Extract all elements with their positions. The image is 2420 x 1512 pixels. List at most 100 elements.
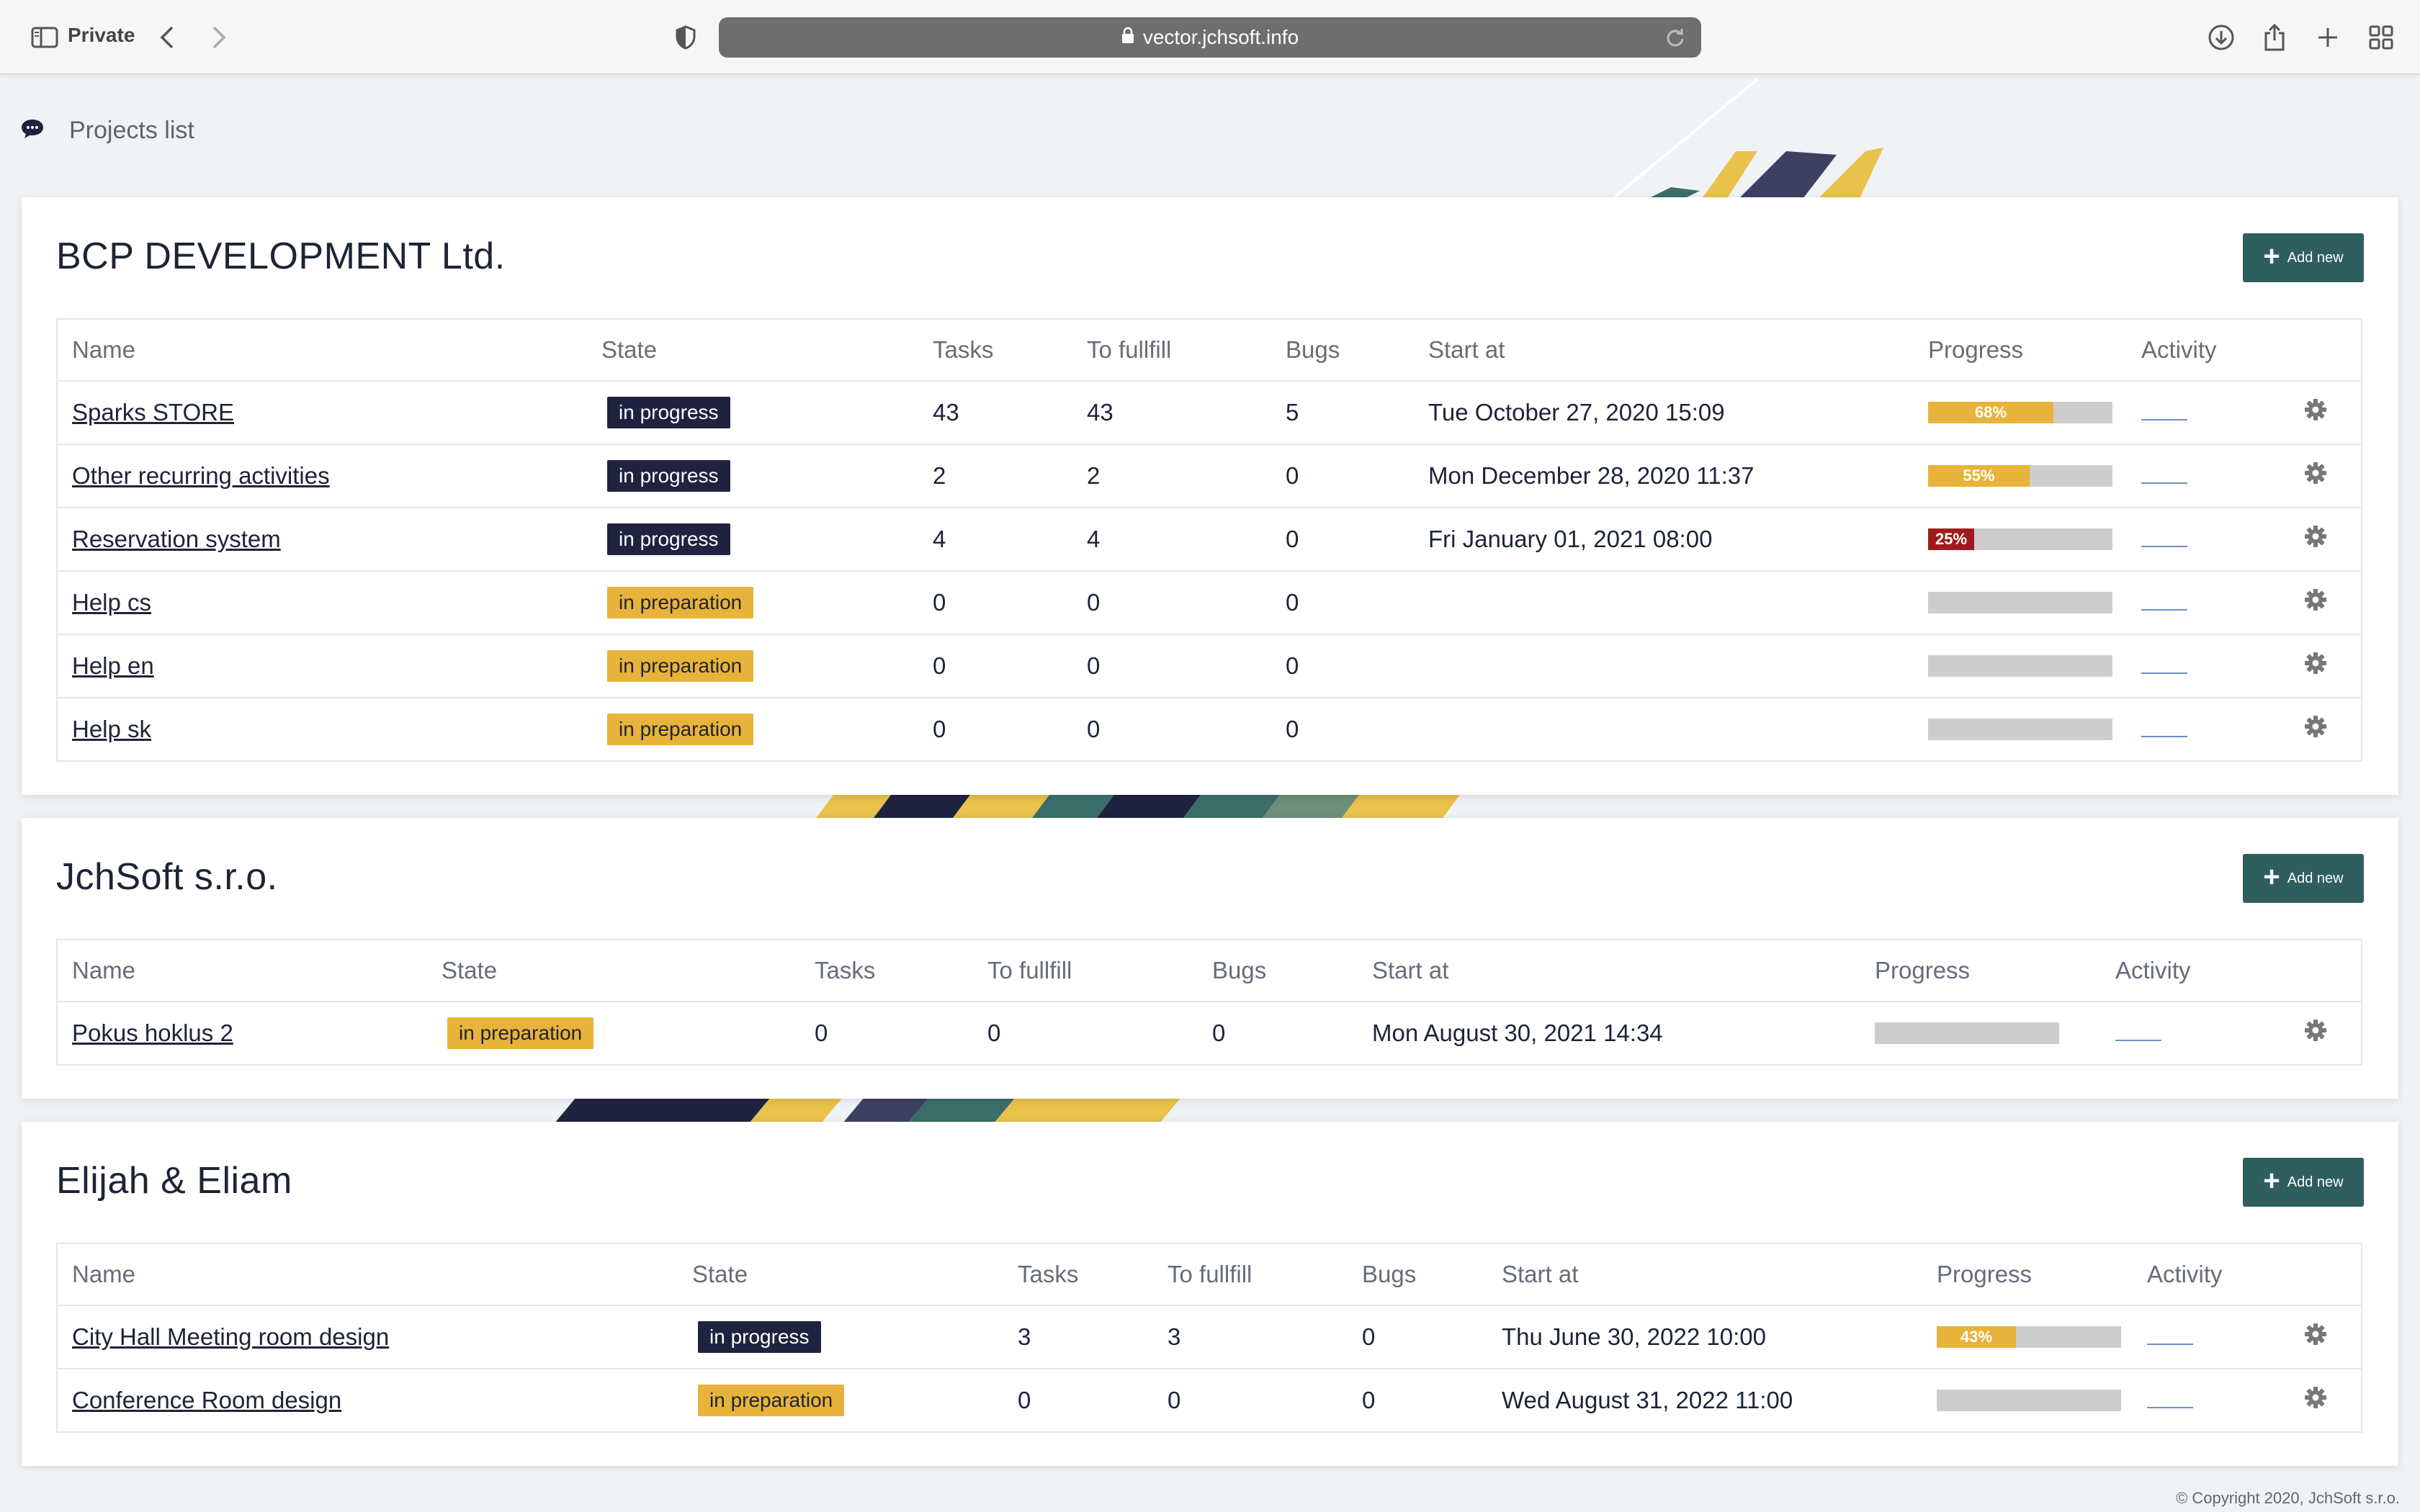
add-project-button[interactable]: + Add new [2243,1158,2364,1207]
column-header-tasks[interactable]: Tasks [918,319,1072,382]
progress-label: 25% [1935,530,1968,548]
back-icon[interactable] [154,22,180,53]
bugs-count: 0 [1271,508,1414,572]
add-project-button[interactable]: + Add new [2243,233,2364,282]
project-rows: Sparks STORE in progress 43 43 5 Tue Oct… [57,381,2362,761]
plus-icon: + [2263,1165,2280,1197]
forward-icon[interactable] [206,22,232,53]
project-link[interactable]: City Hall Meeting room design [72,1323,389,1350]
column-header-to-fulfill[interactable]: To fullfill [973,940,1198,1002]
project-link[interactable]: Help en [72,652,154,679]
column-header-bugs[interactable]: Bugs [1348,1243,1487,1306]
progress-bar [1937,1390,2121,1411]
to-fulfill-count: 43 [1072,381,1271,445]
bugs-count: 0 [1271,634,1414,698]
column-header-bugs[interactable]: Bugs [1198,940,1358,1002]
tab-overview-icon[interactable] [2365,22,2397,53]
gear-icon[interactable] [2304,652,2327,680]
column-header-state[interactable]: State [678,1243,1003,1306]
table-row: Help cs in preparation 0 0 0 [57,571,2362,635]
column-header-name[interactable]: Name [57,940,427,1002]
add-project-button[interactable]: + Add new [2243,854,2364,903]
download-icon[interactable] [2205,22,2237,53]
tasks-count: 0 [933,716,946,742]
to-fulfill-count: 4 [1072,508,1271,572]
tasks-count: 0 [1018,1387,1031,1413]
add-project-label: Add new [2287,870,2344,886]
sidebar-toggle-icon[interactable] [29,22,60,53]
column-header-to-fulfill[interactable]: To fullfill [1153,1243,1348,1306]
progress-fill: 55% [1928,465,2030,487]
privacy-shield-icon[interactable] [673,22,699,53]
column-header-progress[interactable]: Progress [1922,1243,2133,1306]
plus-icon: + [2263,240,2280,272]
activity-sparkline[interactable] [2147,1407,2193,1408]
project-link[interactable]: Sparks STORE [72,399,234,426]
plus-icon: + [2263,861,2280,893]
project-link[interactable]: Other recurring activities [72,462,330,489]
column-header-activity[interactable]: Activity [2101,940,2290,1002]
gear-icon[interactable] [2304,1019,2327,1048]
column-header-start-at[interactable]: Start at [1414,319,1914,382]
column-header-start-at[interactable]: Start at [1487,1243,1922,1306]
activity-sparkline[interactable] [2115,1040,2161,1041]
project-link[interactable]: Help cs [72,589,151,616]
browser-toolbar: Private vector.jchsoft.info [0,0,2420,75]
project-link[interactable]: Help sk [72,716,151,742]
state-badge: in progress [698,1321,821,1353]
activity-sparkline[interactable] [2141,736,2187,737]
state-badge: in progress [607,460,730,492]
column-header-activity[interactable]: Activity [2133,1243,2290,1306]
private-mode-label: Private [68,24,135,46]
activity-sparkline[interactable] [2141,546,2187,547]
column-header-actions [2290,1243,2362,1306]
column-header-tasks[interactable]: Tasks [800,940,973,1002]
activity-sparkline[interactable] [2141,482,2187,484]
page-title: Projects list [69,117,194,144]
table-row: City Hall Meeting room design in progres… [57,1305,2362,1369]
gear-icon[interactable] [2304,1323,2327,1351]
project-link[interactable]: Reservation system [72,526,281,552]
column-header-name[interactable]: Name [57,1243,678,1306]
column-header-to-fulfill[interactable]: To fullfill [1072,319,1271,382]
column-header-bugs[interactable]: Bugs [1271,319,1414,382]
client-name: JchSoft s.r.o. [56,856,278,898]
project-link[interactable]: Pokus hoklus 2 [72,1020,233,1046]
address-bar[interactable]: vector.jchsoft.info [719,17,1701,58]
column-header-activity[interactable]: Activity [2127,319,2290,382]
column-header-tasks[interactable]: Tasks [1003,1243,1153,1306]
url-text: vector.jchsoft.info [1142,26,1299,48]
progress-label: 68% [1975,403,2007,421]
activity-sparkline[interactable] [2141,672,2187,674]
table-row: Help sk in preparation 0 0 0 [57,698,2362,761]
column-header-progress[interactable]: Progress [1914,319,2127,382]
column-header-state[interactable]: State [587,319,918,382]
lock-icon [1121,26,1134,49]
tasks-count: 43 [918,381,1072,445]
project-link[interactable]: Conference Room design [72,1387,341,1413]
reload-icon[interactable] [1665,27,1685,53]
to-fulfill-count: 0 [1168,1387,1181,1413]
gear-icon[interactable] [2304,1386,2327,1415]
activity-sparkline[interactable] [2141,419,2187,420]
decorative-stripes [555,1097,1181,1123]
gear-icon[interactable] [2304,398,2327,427]
activity-sparkline[interactable] [2141,609,2187,611]
column-header-start-at[interactable]: Start at [1358,940,1860,1002]
activity-sparkline[interactable] [2147,1344,2193,1345]
table-row: Conference Room design in preparation 0 … [57,1369,2362,1432]
gear-icon[interactable] [2304,525,2327,554]
gear-icon[interactable] [2304,715,2327,744]
column-header-progress[interactable]: Progress [1860,940,2101,1002]
gear-icon[interactable] [2304,462,2327,490]
column-header-actions [2290,940,2362,1002]
add-project-label: Add new [2287,1174,2344,1190]
to-fulfill-count: 2 [1072,444,1271,508]
new-tab-icon[interactable] [2312,22,2344,53]
share-icon[interactable] [2259,22,2290,53]
column-header-name[interactable]: Name [57,319,587,382]
gear-icon[interactable] [2304,588,2327,617]
column-header-state[interactable]: State [427,940,800,1002]
start-date [1414,698,1914,761]
start-date: Mon August 30, 2021 14:34 [1372,1020,1663,1046]
